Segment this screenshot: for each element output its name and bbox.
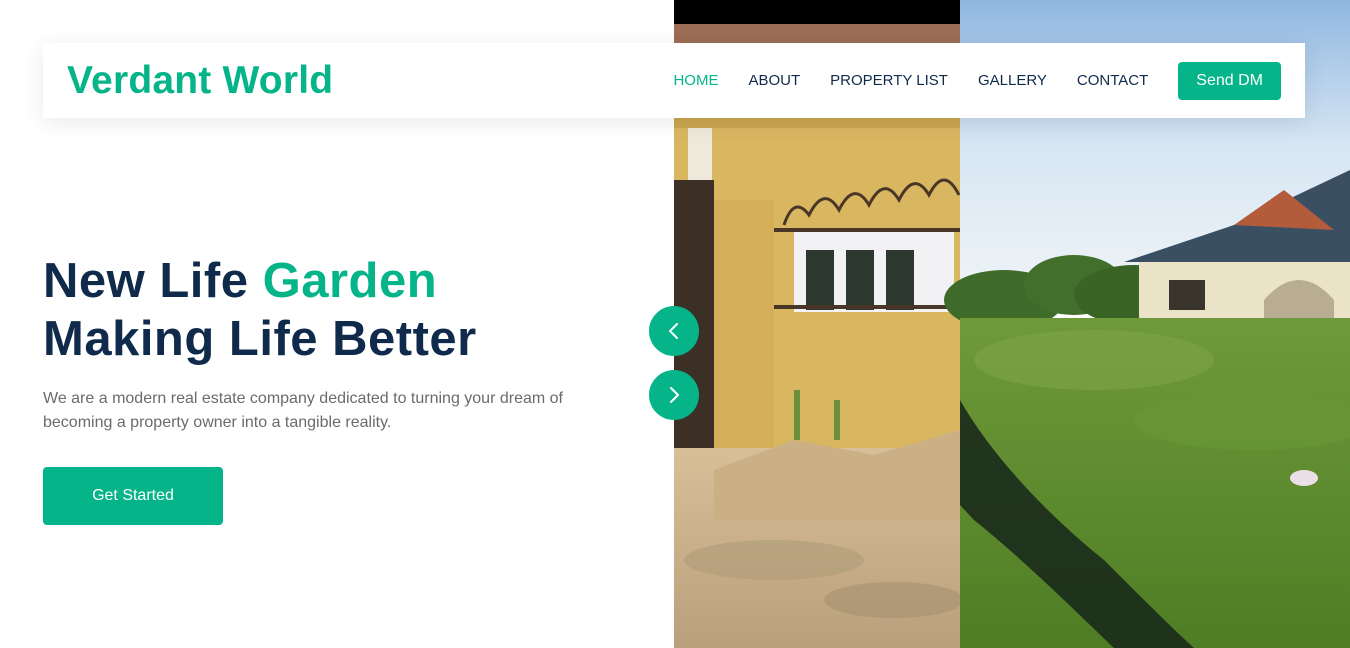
nav-link-gallery[interactable]: GALLERY [978, 72, 1047, 89]
carousel-next-button[interactable] [649, 370, 699, 420]
chevron-right-icon [670, 387, 679, 403]
get-started-button[interactable]: Get Started [43, 467, 223, 525]
hero-title-part1: New Life [43, 254, 263, 308]
navbar: Verdant World HOME ABOUT PROPERTY LIST G… [43, 43, 1305, 118]
brand-logo[interactable]: Verdant World [67, 59, 333, 103]
send-dm-button[interactable]: Send DM [1178, 61, 1281, 100]
main-nav: HOME ABOUT PROPERTY LIST GALLERY CONTACT… [673, 61, 1281, 100]
hero-title-accent: Garden [262, 254, 438, 308]
nav-link-home[interactable]: HOME [673, 72, 718, 89]
chevron-left-icon [669, 323, 678, 339]
hero-title: New Life Garden Making Life Better [43, 252, 643, 368]
nav-link-property-list[interactable]: PROPERTY LIST [830, 72, 948, 89]
nav-link-about[interactable]: ABOUT [748, 72, 800, 89]
hero-description: We are a modern real estate company dedi… [43, 390, 563, 431]
nav-link-contact[interactable]: CONTACT [1077, 72, 1148, 89]
hero-title-line2: Making Life Better [43, 312, 477, 366]
carousel-prev-button[interactable] [649, 306, 699, 356]
